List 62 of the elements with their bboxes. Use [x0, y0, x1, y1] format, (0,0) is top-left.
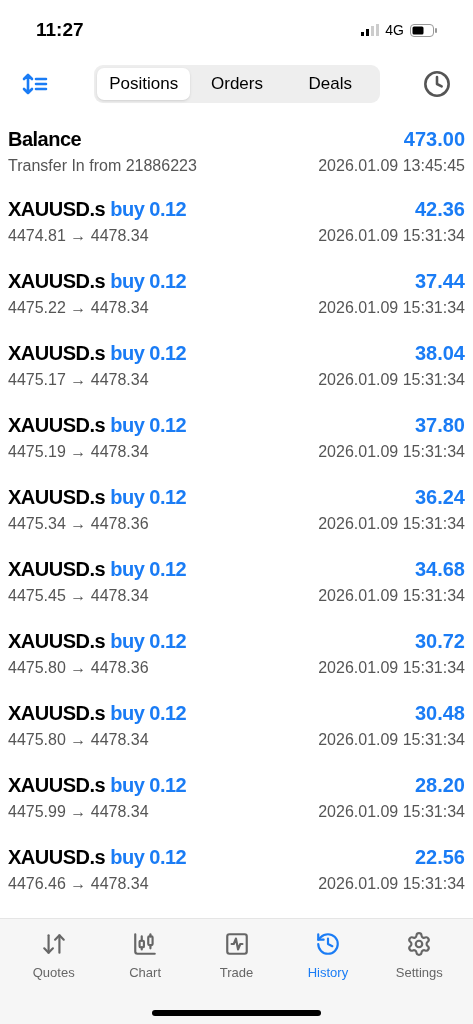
- deal-title: XAUUSD.s buy 0.12: [8, 701, 187, 726]
- price-range: 4476.46 → 4478.34: [8, 874, 149, 894]
- deal-title: XAUUSD.s buy 0.12: [8, 557, 187, 582]
- profit: 38.04: [414, 341, 465, 366]
- row-time: 2026.01.09 15:31:34: [318, 874, 465, 894]
- candlestick-icon: [132, 931, 159, 957]
- segment-tab[interactable]: Orders: [190, 68, 284, 100]
- profit: 34.68: [414, 557, 465, 582]
- deal-title: XAUUSD.s buy 0.12: [8, 773, 187, 798]
- arrows-icon: [40, 931, 67, 957]
- profit: 30.48: [414, 701, 465, 726]
- tab-bar-item[interactable]: Quotes: [8, 931, 100, 983]
- history-icon: [314, 931, 341, 957]
- profit: 36.24: [414, 485, 465, 510]
- row-time: 2026.01.09 15:31:34: [318, 658, 465, 678]
- price-range: 4475.17 → 4478.34: [8, 370, 149, 390]
- segment-tab[interactable]: Deals: [283, 68, 377, 100]
- profit: 37.44: [414, 269, 465, 294]
- row-time: 2026.01.09 13:45:45: [318, 156, 465, 176]
- row-time: 2026.01.09 15:31:34: [318, 586, 465, 606]
- row-time: 2026.01.09 15:31:34: [318, 514, 465, 534]
- battery-icon: [410, 23, 437, 37]
- tab-bar-item[interactable]: Chart: [99, 931, 191, 983]
- row-time: 2026.01.09 15:31:34: [318, 370, 465, 390]
- row-time: 2026.01.09 15:31:34: [318, 298, 465, 318]
- settings-icon: [406, 931, 433, 957]
- row-time: 2026.01.09 15:31:34: [318, 226, 465, 246]
- deal-title: XAUUSD.s buy 0.12: [8, 197, 187, 222]
- price-range: 4475.99 → 4478.34: [8, 802, 149, 822]
- price-range: 4474.81 → 4478.34: [8, 226, 149, 246]
- amount: 473.00: [403, 127, 465, 152]
- status-time: 11:27: [36, 17, 84, 42]
- profit: 42.36: [414, 197, 465, 222]
- row-time: 2026.01.09 15:31:34: [318, 802, 465, 822]
- price-range: 4475.45 → 4478.34: [8, 586, 149, 606]
- tab-bar-item[interactable]: History: [282, 931, 374, 983]
- segment-tab[interactable]: Positions: [97, 68, 191, 100]
- deal-title: XAUUSD.s buy 0.12: [8, 269, 187, 294]
- row-title: Balance: [8, 127, 82, 152]
- row-time: 2026.01.09 15:31:34: [318, 442, 465, 462]
- price-range: 4475.80 → 4478.36: [8, 658, 149, 678]
- price-range: 4475.34 → 4478.36: [8, 514, 149, 534]
- row-time: 2026.01.09 15:31:34: [318, 730, 465, 750]
- deal-title: XAUUSD.s buy 0.12: [8, 341, 187, 366]
- profit: 37.80: [414, 413, 465, 438]
- profit: 30.72: [414, 629, 465, 654]
- price-range: 4475.19 → 4478.34: [8, 442, 149, 462]
- deal-title: XAUUSD.s buy 0.12: [8, 413, 187, 438]
- profit: 22.56: [414, 845, 465, 870]
- price-range: 4475.22 → 4478.34: [8, 298, 149, 318]
- deal-title: XAUUSD.s buy 0.12: [8, 485, 187, 510]
- sort-icon[interactable]: [22, 73, 48, 95]
- price-range: 4475.80 → 4478.34: [8, 730, 149, 750]
- tab-bar-item[interactable]: Settings: [373, 931, 466, 983]
- profit: 28.20: [414, 773, 465, 798]
- row-comment: Transfer In from 21886223: [8, 156, 197, 176]
- clock-icon[interactable]: [423, 70, 451, 98]
- network-type: 4G: [385, 20, 404, 40]
- deal-title: XAUUSD.s buy 0.12: [8, 845, 187, 870]
- deal-title: XAUUSD.s buy 0.12: [8, 629, 187, 654]
- signal-icon: [361, 24, 380, 36]
- tab-bar-item[interactable]: Trade: [190, 931, 283, 983]
